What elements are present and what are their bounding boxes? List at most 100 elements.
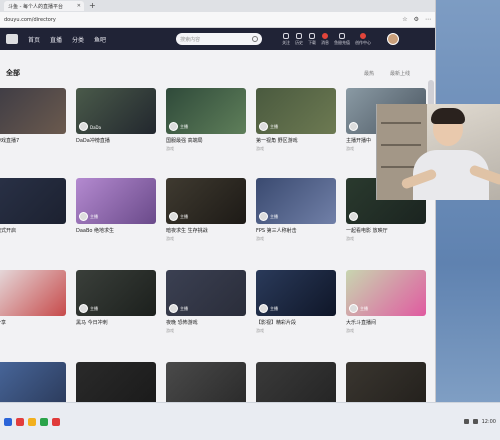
streamer-avatar[interactable] xyxy=(259,212,268,221)
nav-live[interactable]: 直播 xyxy=(50,35,62,44)
stream-card[interactable] xyxy=(346,362,426,402)
stream-card[interactable]: 主播 黑马 今日冲刺 xyxy=(76,270,156,328)
stream-title[interactable]: DaDa冲榜直播 xyxy=(76,137,156,144)
stream-card[interactable]: 主播 第一视角 野区游戏 游戏 xyxy=(256,88,336,152)
taskbar-app-icon[interactable] xyxy=(16,417,24,426)
stream-title[interactable]: 夜晚 恐怖游戏 xyxy=(166,319,246,326)
stream-card[interactable]: 主播 FPS 第三人称射击 游戏 xyxy=(256,178,336,242)
menu-icon[interactable]: ⋯ xyxy=(425,16,431,23)
stream-card[interactable]: 主播 大乐斗直播间 游戏 xyxy=(346,270,426,334)
stream-thumbnail[interactable]: 主播 xyxy=(76,178,156,224)
history-button[interactable]: 历史 xyxy=(295,32,303,46)
search-box[interactable]: 搜索内容 xyxy=(176,33,263,45)
streamer-avatar[interactable] xyxy=(79,212,88,221)
stream-title[interactable]: 暗夜求生 生存挑战 xyxy=(166,227,246,234)
follow-button[interactable]: 关注 xyxy=(282,32,290,46)
stream-title[interactable]: 热门游戏直播7 xyxy=(0,137,66,144)
stream-card[interactable]: 主播 暗夜求生 生存挑战 游戏 xyxy=(166,178,246,242)
streamer-avatar[interactable] xyxy=(349,122,358,131)
stream-card[interactable]: 主播 【影视】精彩片段 游戏 xyxy=(256,270,336,334)
bell-icon xyxy=(322,32,329,39)
new-tab-icon[interactable]: + xyxy=(89,1,96,11)
streamer-avatar[interactable] xyxy=(259,122,268,131)
bookmark-icon[interactable]: ☆ xyxy=(402,16,407,23)
nav-yuba[interactable]: 鱼吧 xyxy=(94,35,106,44)
messages-button[interactable]: 消息 xyxy=(321,32,329,46)
stream-card[interactable]: 主播 夜晚 恐怖游戏 游戏 xyxy=(166,270,246,334)
sort-hot[interactable]: 最热 xyxy=(364,70,374,77)
streamer-avatar[interactable] xyxy=(169,122,178,131)
system-tray: 12:00 xyxy=(463,419,496,425)
nav-category[interactable]: 分类 xyxy=(72,35,84,44)
streamer-avatar[interactable] xyxy=(169,304,178,313)
taskbar-app-icon[interactable] xyxy=(28,417,36,426)
stream-title[interactable]: 国服最强 高端局 xyxy=(166,137,246,144)
stream-card[interactable]: 主播 国服最强 高端局 游戏 xyxy=(166,88,246,152)
stream-thumbnail[interactable] xyxy=(256,362,336,402)
stream-title[interactable]: 【影视】精彩片段 xyxy=(256,319,336,326)
stream-thumbnail[interactable] xyxy=(166,362,246,402)
stream-card[interactable] xyxy=(0,362,66,402)
stream-thumbnail[interactable]: 主播 xyxy=(76,270,156,316)
stream-card[interactable]: 热门游戏直播7 xyxy=(0,88,66,146)
stream-title[interactable]: FPS 第三人称射击 xyxy=(256,227,336,234)
stream-thumbnail[interactable]: 主播 xyxy=(166,88,246,134)
stream-thumbnail[interactable]: 主播 xyxy=(256,88,336,134)
stream-thumbnail[interactable] xyxy=(0,362,66,402)
nav-home[interactable]: 首页 xyxy=(28,35,40,44)
stream-title[interactable]: DaaBo 绝地求生 xyxy=(76,227,156,234)
stream-title[interactable]: 一起看电影 放映厅 xyxy=(346,227,426,234)
stream-card[interactable]: 夜战模式开启 xyxy=(0,178,66,236)
stream-title[interactable]: 第一视角 野区游戏 xyxy=(256,137,336,144)
volume-icon[interactable] xyxy=(472,419,478,424)
close-tab-icon[interactable]: ✕ xyxy=(77,3,81,9)
stream-title[interactable]: 生活分享 xyxy=(0,319,66,326)
address-bar[interactable]: douyu.com/directory ☆ ⚙ ⋯ xyxy=(0,12,435,28)
stream-thumbnail[interactable] xyxy=(0,88,66,134)
clock-text[interactable]: 12:00 xyxy=(482,419,496,425)
stream-thumbnail[interactable] xyxy=(346,362,426,402)
stream-thumbnail[interactable] xyxy=(0,270,66,316)
streamer-avatar[interactable] xyxy=(79,122,88,131)
streamer-avatar[interactable] xyxy=(349,212,358,221)
extensions-icon[interactable]: ⚙ xyxy=(414,16,419,23)
stream-title[interactable]: 大乐斗直播间 xyxy=(346,319,426,326)
stream-thumbnail[interactable]: 主播 xyxy=(166,270,246,316)
streamer-name: 主播 xyxy=(180,306,188,311)
stream-thumbnail[interactable]: DaDa xyxy=(76,88,156,134)
stream-card[interactable]: DaDa DaDa冲榜直播 xyxy=(76,88,156,146)
search-input[interactable]: 搜索内容 xyxy=(180,36,252,43)
stream-thumbnail[interactable]: 主播 xyxy=(256,270,336,316)
stream-card[interactable] xyxy=(256,362,336,402)
stream-thumbnail[interactable]: 主播 xyxy=(346,270,426,316)
stream-thumbnail[interactable] xyxy=(76,362,156,402)
streamer-avatar[interactable] xyxy=(169,212,178,221)
streamer-avatar[interactable] xyxy=(259,304,268,313)
taskbar-app-icon[interactable] xyxy=(52,417,60,426)
streamer-avatar[interactable] xyxy=(79,304,88,313)
stream-thumbnail[interactable]: 主播 xyxy=(256,178,336,224)
stream-card[interactable]: 主播 DaaBo 绝地求生 xyxy=(76,178,156,236)
coin-icon xyxy=(339,32,346,39)
taskbar-app-icon[interactable] xyxy=(4,417,12,426)
network-icon[interactable] xyxy=(463,419,469,424)
sort-new[interactable]: 最新上线 xyxy=(390,70,410,77)
stream-card[interactable] xyxy=(166,362,246,402)
stream-card[interactable]: 生活分享 xyxy=(0,270,66,328)
browser-tab[interactable]: 斗鱼 - 每个人的直播平台 ✕ xyxy=(4,1,84,11)
search-icon[interactable] xyxy=(252,36,259,42)
streamer-avatar[interactable] xyxy=(349,304,358,313)
taskbar-app-icon[interactable] xyxy=(40,417,48,426)
stream-thumbnail[interactable] xyxy=(0,178,66,224)
creator-button[interactable]: 创作中心 xyxy=(355,32,371,46)
stream-title[interactable]: 夜战模式开启 xyxy=(0,227,66,234)
recharge-button[interactable]: 鱼翅充值 xyxy=(334,32,350,46)
user-avatar[interactable] xyxy=(387,33,400,45)
clock-icon xyxy=(296,32,303,39)
site-logo[interactable] xyxy=(6,34,18,44)
stream-title[interactable]: 黑马 今日冲刺 xyxy=(76,319,156,326)
download-button[interactable]: 下载 xyxy=(308,32,316,46)
stream-thumbnail[interactable]: 主播 xyxy=(166,178,246,224)
streamer-name: 主播 xyxy=(270,214,278,219)
stream-card[interactable] xyxy=(76,362,156,402)
